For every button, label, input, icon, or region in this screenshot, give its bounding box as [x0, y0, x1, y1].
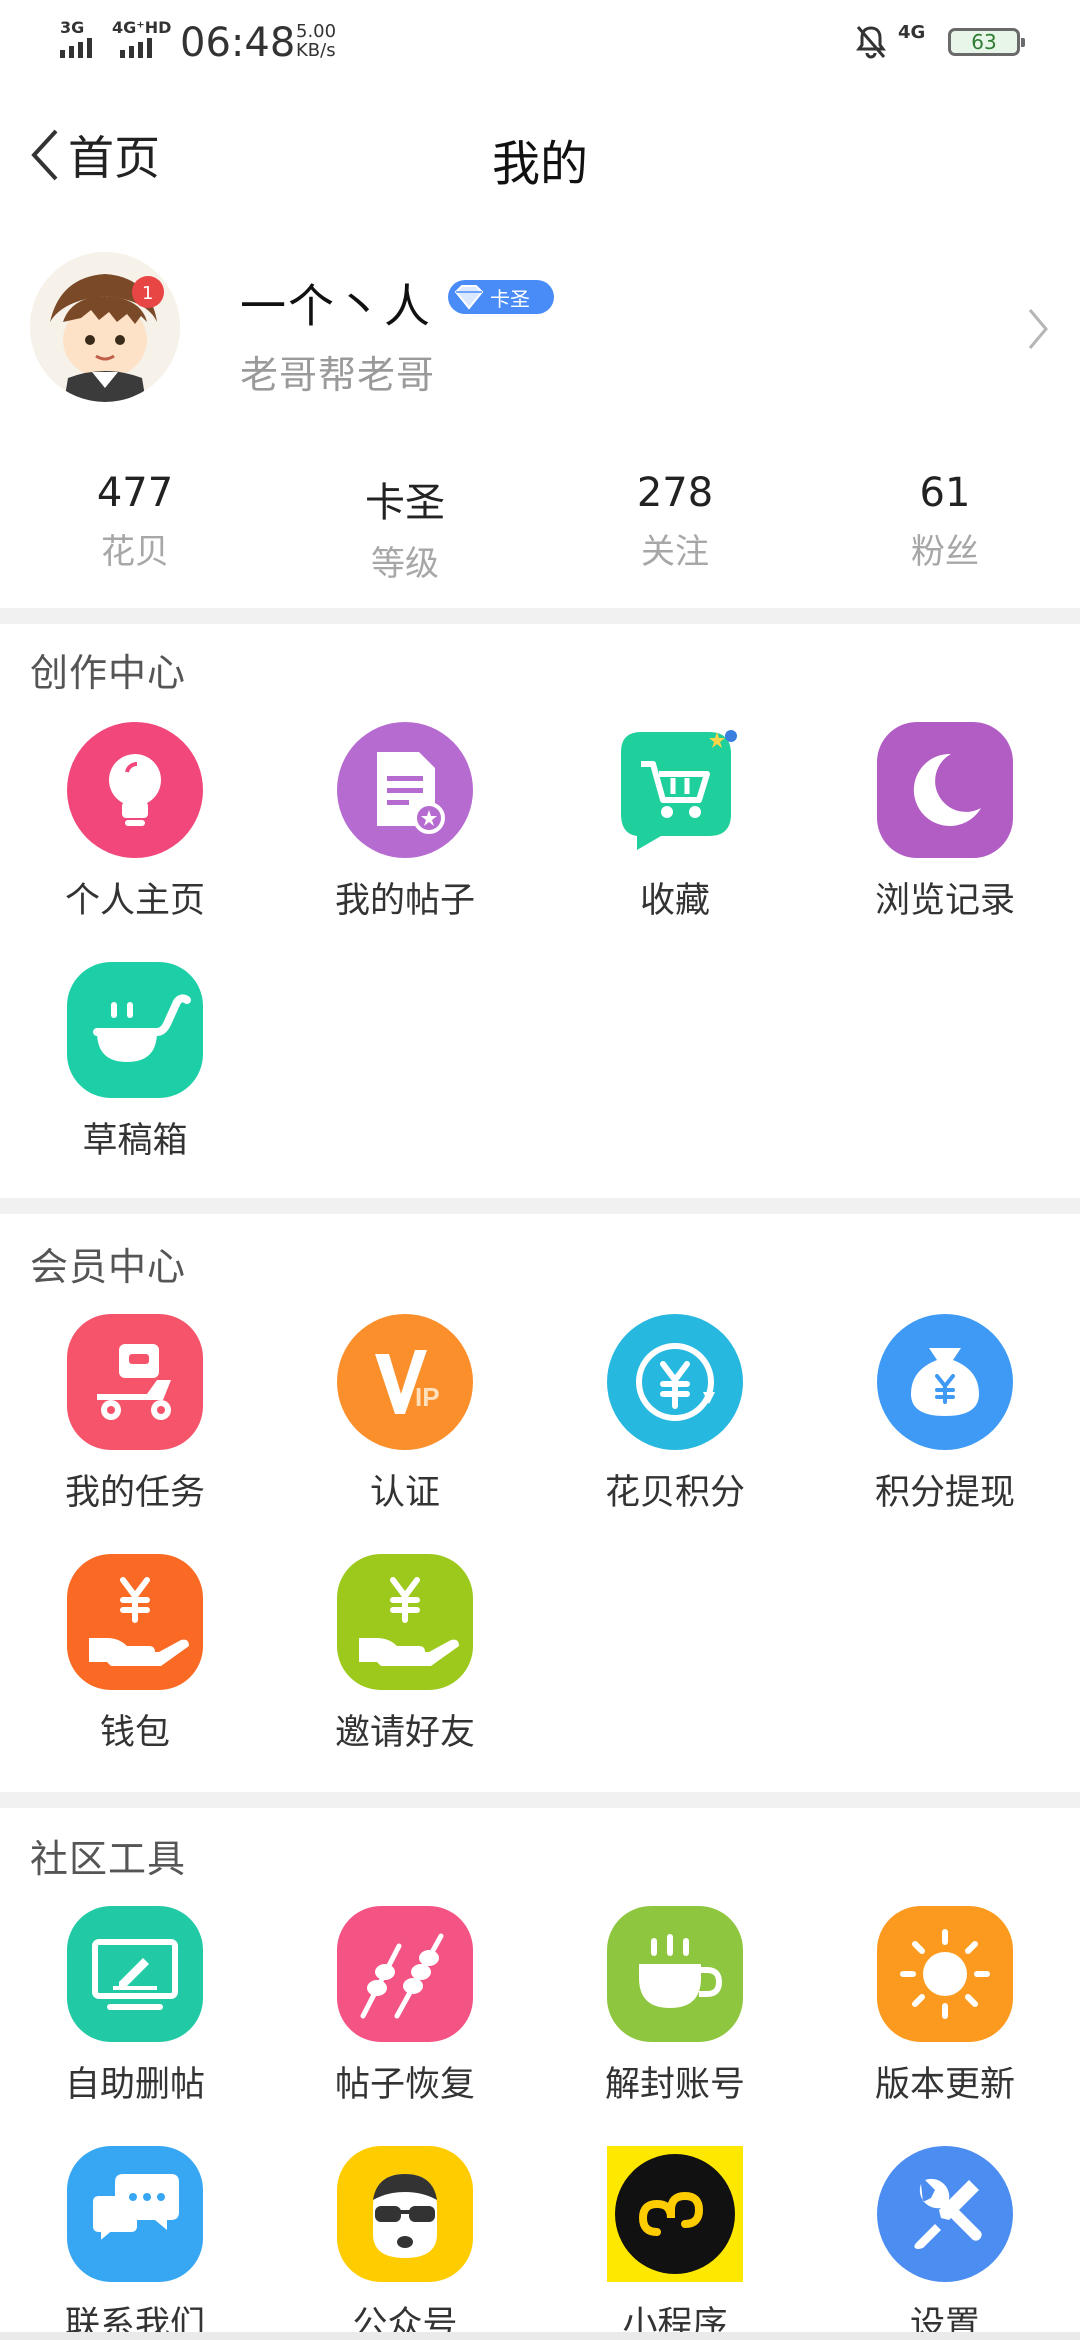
stat-label: 等级	[371, 544, 439, 584]
stat-value: 61	[919, 470, 971, 516]
lightbulb-icon	[67, 722, 203, 858]
section-title-member: 会员中心	[30, 1245, 187, 1289]
menu-item-withdraw[interactable]: 积分提现	[810, 1314, 1080, 1514]
stat-value: 卡圣	[365, 480, 445, 526]
svg-text:IP: IP	[415, 1382, 440, 1412]
menu-item-points[interactable]: 花贝积分	[540, 1314, 810, 1514]
menu-item-label: 收藏	[639, 881, 710, 921]
network-type: 4G	[898, 22, 926, 43]
level-badge: 卡圣	[448, 280, 554, 314]
username: 一个丶人	[240, 279, 432, 333]
draft-box-icon	[67, 962, 203, 1098]
signal-4g-label: 4G⁺HD	[112, 18, 172, 37]
menu-item-label: 我的帖子	[334, 881, 475, 921]
yen-coin-icon	[607, 1314, 743, 1450]
stat-followers[interactable]: 61 粉丝	[810, 470, 1080, 580]
stat-level[interactable]: 卡圣 等级	[270, 470, 540, 584]
stat-label: 花贝	[101, 532, 169, 572]
menu-item-label: 版本更新	[874, 2065, 1015, 2105]
hand-yen-icon	[337, 1554, 473, 1690]
menu-item-label: 认证	[369, 1473, 440, 1513]
menu-item-my-tasks[interactable]: 我的任务	[0, 1314, 270, 1514]
speed-value: 5.00	[296, 21, 337, 42]
profile-card[interactable]: 1 一个丶人 卡圣 老哥帮老哥	[0, 240, 1080, 420]
menu-item-invite-friends[interactable]: 邀请好友	[270, 1554, 540, 1754]
signal-bars-icon	[120, 38, 152, 58]
chevron-right-icon	[1028, 309, 1048, 349]
menu-item-label: 积分提现	[874, 1473, 1015, 1513]
section-divider	[0, 1792, 1080, 1808]
section-title-tools: 社区工具	[30, 1837, 187, 1881]
moon-icon	[877, 722, 1013, 858]
menu-item-label: 邀请好友	[334, 1713, 475, 1753]
diamond-icon	[454, 285, 484, 310]
svg-text:1: 1	[142, 283, 153, 304]
document-icon	[337, 722, 473, 858]
menu-item-label: 钱包	[99, 1713, 170, 1753]
money-bag-icon	[877, 1314, 1013, 1450]
avatar-image: 1	[30, 252, 180, 402]
menu-item-my-posts[interactable]: 我的帖子	[270, 722, 540, 922]
menu-item-label: 花贝积分	[604, 1473, 745, 1513]
stat-value: 477	[96, 470, 174, 516]
menu-item-favorites[interactable]: 收藏	[540, 722, 810, 922]
sun-icon	[877, 1906, 1013, 2042]
menu-item-label: 解封账号	[604, 2065, 745, 2105]
menu-item-label: 浏览记录	[874, 881, 1015, 921]
stat-value: 278	[636, 470, 714, 516]
menu-item-label: 草稿箱	[82, 1121, 188, 1161]
menu-item-contact-us[interactable]: 联系我们	[0, 2146, 270, 2340]
menu-item-mini-program[interactable]: 小程序	[540, 2146, 810, 2340]
scooter-icon	[67, 1314, 203, 1450]
bottom-edge	[0, 2332, 1080, 2340]
speed-unit: KB/s	[296, 40, 336, 61]
menu-item-label: 我的任务	[64, 1473, 205, 1513]
menu-item-verification[interactable]: IP 认证	[270, 1314, 540, 1514]
menu-item-unban-account[interactable]: 解封账号	[540, 1906, 810, 2106]
user-signature: 老哥帮老哥	[240, 353, 436, 397]
signal-3g-label: 3G	[60, 18, 85, 37]
network-speed: 5.00 KB/s	[296, 22, 336, 60]
battery-indicator: 63	[948, 28, 1025, 56]
menu-item-post-restore[interactable]: 帖子恢复	[270, 1906, 540, 2106]
avatar[interactable]: 1	[30, 252, 180, 402]
stat-huabei[interactable]: 477 花贝	[0, 470, 270, 580]
coffee-cup-icon	[607, 1906, 743, 2042]
menu-item-label: 个人主页	[64, 881, 205, 921]
mini-program-icon	[607, 2146, 743, 2282]
section-divider	[0, 1198, 1080, 1214]
menu-item-wallet[interactable]: 钱包	[0, 1554, 270, 1754]
battery-level: 63	[971, 30, 997, 54]
menu-item-history[interactable]: 浏览记录	[810, 722, 1080, 922]
page-title: 我的	[491, 136, 588, 192]
menu-item-label: 自助删帖	[64, 2065, 205, 2105]
status-bar: 3G 4G⁺HD 06:48 5.00 KB/s 4G 63	[0, 0, 1080, 84]
monitor-icon	[67, 1906, 203, 2042]
stat-following[interactable]: 278 关注	[540, 470, 810, 580]
stats-row: 477 花贝 卡圣 等级 278 关注 61 粉丝	[0, 470, 1080, 584]
wrench-icon	[877, 2146, 1013, 2282]
section-divider	[0, 608, 1080, 624]
level-badge-label: 卡圣	[490, 286, 530, 311]
nav-bar: 首页 我的	[0, 100, 1080, 212]
chat-icon	[67, 2146, 203, 2282]
stat-label: 粉丝	[911, 532, 979, 572]
section-title-creation: 创作中心	[30, 651, 187, 695]
face-glasses-icon	[337, 2146, 473, 2282]
clock: 06:48	[180, 20, 296, 66]
signal-bars-icon	[60, 38, 92, 58]
hand-yen-icon	[67, 1554, 203, 1690]
mute-bell-icon	[856, 26, 886, 59]
cart-icon	[621, 730, 737, 850]
stat-label: 关注	[641, 532, 709, 572]
menu-item-self-delete[interactable]: 自助删帖	[0, 1906, 270, 2106]
menu-item-settings[interactable]: 设置	[810, 2146, 1080, 2340]
skewer-icon	[337, 1906, 473, 2042]
menu-item-personal-home[interactable]: 个人主页	[0, 722, 270, 922]
menu-item-version-update[interactable]: 版本更新	[810, 1906, 1080, 2106]
menu-item-drafts[interactable]: 草稿箱	[0, 962, 270, 1162]
menu-item-official-account[interactable]: 公众号	[270, 2146, 540, 2340]
vip-icon: IP	[337, 1314, 473, 1450]
menu-item-label: 帖子恢复	[334, 2065, 475, 2105]
